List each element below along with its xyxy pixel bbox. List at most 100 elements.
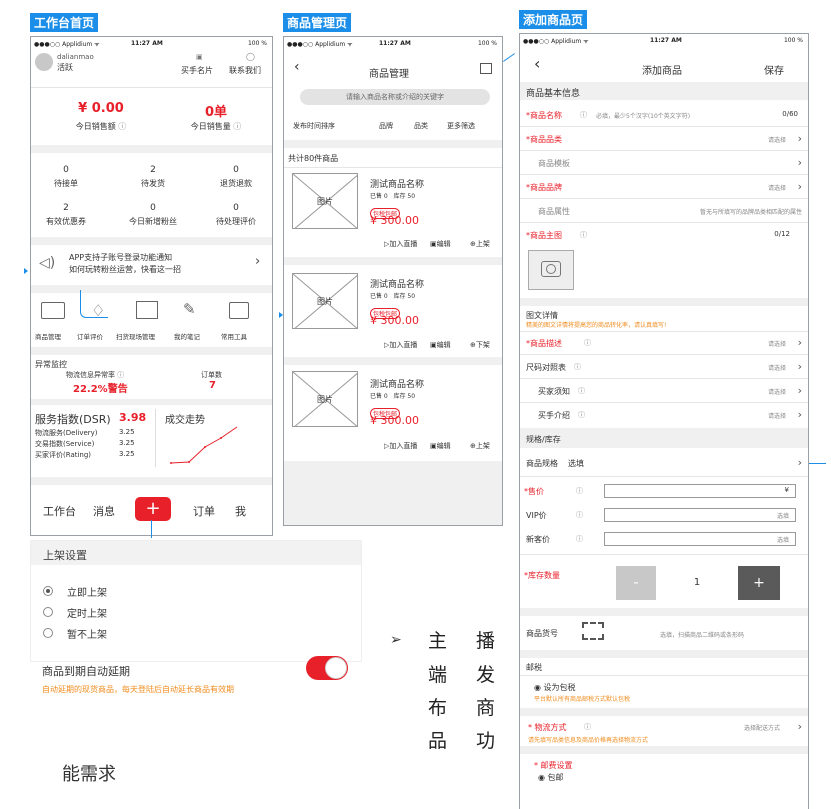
new-customer-price-input[interactable]: 选填 bbox=[604, 532, 796, 546]
sales-amount-label: 今日销售额 ⓘ bbox=[75, 122, 127, 131]
bullet-icon: ➢ bbox=[390, 632, 402, 648]
stock-plus-button[interactable]: + bbox=[738, 566, 780, 600]
stock-value[interactable]: 1 bbox=[656, 566, 738, 600]
doc-char: 播 bbox=[476, 630, 496, 652]
dsr-item-label: 物流服务(Delivery) bbox=[35, 429, 98, 437]
contact-us-link[interactable]: 联系我们 bbox=[229, 65, 261, 76]
product-count: 共计80件商品 bbox=[288, 154, 339, 163]
home-screen: ●●●○○ Applidium ᯤ 11:27 AM 100 % dalianm… bbox=[30, 36, 273, 536]
filter-category[interactable]: 品类 bbox=[414, 121, 428, 131]
product-image[interactable]: 图片 bbox=[292, 371, 358, 427]
notice-line1[interactable]: APP支持子账号登录功能通知 bbox=[69, 252, 172, 263]
nav-orders[interactable]: 订单 bbox=[193, 503, 215, 519]
sales-count-label: 今日销售量 ⓘ bbox=[190, 122, 242, 131]
tool-label: 扫货现场管理 bbox=[116, 333, 155, 341]
chevron-right-icon: › bbox=[797, 456, 802, 469]
radio-scheduled[interactable] bbox=[43, 607, 53, 617]
user-status: 活跃 bbox=[57, 63, 73, 72]
search-input[interactable]: 请输入商品名称或介绍的关键字 bbox=[300, 89, 490, 105]
add-live-button[interactable]: ▷加入直播 bbox=[384, 340, 417, 350]
shelf-button[interactable]: ⊕上架 bbox=[470, 441, 490, 451]
section-title-home: 工作台首页 bbox=[30, 13, 99, 32]
logistics-hint: 请先填写品类信息及商品价格再选择物流方式 bbox=[528, 737, 649, 744]
tax-section-title: 邮税 bbox=[526, 663, 542, 672]
nav-me[interactable]: 我 bbox=[235, 503, 246, 519]
sku-hint: 选填，扫描商品二维码或条形码 bbox=[660, 632, 745, 639]
doc-char: 发 bbox=[476, 664, 496, 686]
scan-site-icon[interactable] bbox=[136, 301, 158, 319]
product-name[interactable]: 测试商品名称 bbox=[370, 177, 424, 190]
connector-arrow bbox=[24, 268, 28, 274]
filter-sort-time[interactable]: 发布时间排序 bbox=[293, 121, 335, 131]
stat-label: 待发货 bbox=[141, 179, 165, 188]
edit-button[interactable]: ▣编辑 bbox=[430, 239, 451, 249]
nav-workbench[interactable]: 工作台 bbox=[43, 503, 76, 519]
chevron-right-icon[interactable]: › bbox=[255, 254, 260, 269]
publish-button[interactable]: + bbox=[135, 497, 171, 521]
stat-value[interactable]: 0 bbox=[31, 165, 101, 175]
stat-value[interactable]: 2 bbox=[31, 203, 101, 213]
clock: 11:27 AM bbox=[131, 40, 163, 47]
vip-price-input[interactable]: 选填 bbox=[604, 508, 796, 522]
product-mgmt-icon[interactable] bbox=[41, 302, 65, 319]
stat-value[interactable]: 2 bbox=[113, 165, 193, 175]
page-title: 商品管理 bbox=[369, 69, 409, 80]
section-title-add-product: 添加商品页 bbox=[519, 10, 588, 29]
tool-label: 订单评价 bbox=[77, 333, 103, 341]
logistics-rate-label: 物流信息异常率 ⓘ bbox=[66, 371, 125, 379]
nav-messages[interactable]: 消息 bbox=[93, 503, 115, 519]
save-button[interactable]: 保存 bbox=[764, 62, 784, 77]
connector-line bbox=[502, 53, 516, 62]
postage-radio[interactable]: ◉ 包邮 bbox=[538, 772, 564, 783]
note-icon[interactable]: ✎ bbox=[183, 300, 196, 318]
doc-char: 品 bbox=[428, 730, 448, 752]
stock-minus-button[interactable]: - bbox=[616, 566, 656, 600]
radio-immediate[interactable] bbox=[43, 586, 53, 596]
avatar[interactable] bbox=[35, 53, 53, 71]
stat-value[interactable]: 0 bbox=[201, 165, 271, 175]
status-bar: ●●●○○ Applidium ᯤ 11:27 AM 100 % bbox=[523, 37, 803, 45]
chat-icon: ◯ bbox=[246, 52, 255, 61]
option-hold[interactable]: 暂不上架 bbox=[67, 626, 107, 641]
radio-hold[interactable] bbox=[43, 628, 53, 638]
product-name[interactable]: 测试商品名称 bbox=[370, 377, 424, 390]
buyer-card-link[interactable]: 买手名片 bbox=[181, 65, 213, 76]
shelf-button[interactable]: ⊕上架 bbox=[470, 239, 490, 249]
sales-amount: ¥ 0.00 bbox=[78, 101, 124, 116]
filter-brand[interactable]: 品牌 bbox=[379, 121, 393, 131]
auto-extend-desc: 自动延期的现货商品，每天登陆后自动延长商品有效期 bbox=[42, 685, 234, 694]
option-scheduled[interactable]: 定时上架 bbox=[67, 605, 107, 620]
tool-label: 常用工具 bbox=[221, 333, 247, 341]
camera-upload-button[interactable] bbox=[528, 250, 574, 290]
filter-more[interactable]: 更多筛选 bbox=[447, 121, 475, 131]
option-immediate[interactable]: 立即上架 bbox=[67, 584, 107, 599]
auto-extend-toggle[interactable] bbox=[306, 656, 348, 680]
tax-radio[interactable]: ◉ 设为包税 bbox=[534, 682, 576, 693]
chevron-right-icon: › bbox=[797, 180, 802, 193]
price-input[interactable]: ¥ bbox=[604, 484, 796, 498]
logistics-rate-value: 22.2%警告 bbox=[73, 384, 128, 395]
stat-label: 今日新增粉丝 bbox=[129, 217, 177, 226]
tax-hint: 平台默认所有商品邮税方式默认包税 bbox=[534, 696, 631, 703]
add-live-button[interactable]: ▷加入直播 bbox=[384, 441, 417, 451]
product-image[interactable]: 图片 bbox=[292, 273, 358, 329]
section-title-product-mgmt: 商品管理页 bbox=[283, 13, 352, 32]
edit-button[interactable]: ▣编辑 bbox=[430, 441, 451, 451]
shelf-button[interactable]: ⊕下架 bbox=[470, 340, 490, 350]
back-icon[interactable]: ‹ bbox=[534, 54, 540, 73]
product-name[interactable]: 测试商品名称 bbox=[370, 277, 424, 290]
chevron-right-icon: › bbox=[797, 336, 802, 349]
stat-value[interactable]: 0 bbox=[113, 203, 193, 213]
scan-icon[interactable] bbox=[582, 622, 604, 640]
product-image[interactable]: 图片 bbox=[292, 173, 358, 229]
notice-line2[interactable]: 如何玩转粉丝运营，快看这一招 bbox=[69, 264, 181, 275]
add-live-button[interactable]: ▷加入直播 bbox=[384, 239, 417, 249]
chevron-right-icon: › bbox=[797, 360, 802, 373]
shelf-settings-panel: 上架设置 立即上架 定时上架 暂不上架 bbox=[30, 540, 362, 662]
card-icon: ▣ bbox=[196, 53, 203, 61]
add-icon[interactable] bbox=[480, 63, 492, 74]
toolbox-icon[interactable] bbox=[229, 302, 249, 319]
back-icon[interactable]: ‹ bbox=[294, 59, 300, 75]
stat-value[interactable]: 0 bbox=[201, 203, 271, 213]
edit-button[interactable]: ▣编辑 bbox=[430, 340, 451, 350]
